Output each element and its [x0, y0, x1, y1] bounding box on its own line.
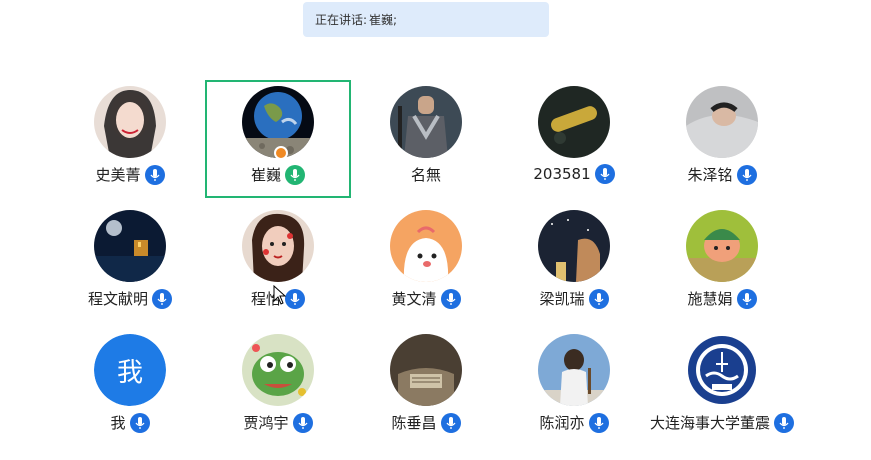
- avatar: [686, 210, 758, 282]
- microphone-icon[interactable]: [588, 412, 609, 433]
- participant-tile[interactable]: 史美菁: [57, 80, 203, 198]
- participant-name-row: 程文献明: [88, 288, 172, 309]
- participant-grid: 史美菁 崔巍 名無 203581 朱泽铭 程文献明 程怡 黄文清 梁凯瑞 施慧娟我我贾鸿宇 陈垂昌陈…: [0, 0, 871, 460]
- participant-name-row: 朱泽铭: [687, 164, 757, 185]
- avatar: [538, 334, 610, 406]
- microphone-icon[interactable]: [144, 164, 165, 185]
- participant-name-row: 梁凯瑞: [539, 288, 609, 309]
- participant-name: 大连海事大学董震: [649, 414, 770, 432]
- avatar-image: [538, 334, 610, 406]
- participant-tile[interactable]: 名無: [353, 80, 499, 198]
- microphone-icon[interactable]: [129, 412, 150, 433]
- avatar-image: [538, 86, 610, 158]
- avatar-image: [94, 210, 166, 282]
- microphone-icon[interactable]: [774, 412, 794, 433]
- avatar-image: [390, 210, 462, 282]
- participant-name: 我: [110, 414, 126, 432]
- participant-tile[interactable]: 我我: [57, 328, 203, 446]
- avatar: [94, 86, 166, 158]
- avatar-image: [390, 86, 462, 158]
- microphone-icon[interactable]: [736, 164, 757, 185]
- avatar-image: [242, 334, 314, 406]
- participant-name: 203581: [533, 165, 591, 183]
- participant-name: 史美菁: [95, 166, 141, 184]
- participant-tile[interactable]: 施慧娟: [649, 204, 795, 322]
- avatar: [390, 210, 462, 282]
- avatar: [94, 210, 166, 282]
- participant-tile[interactable]: 陈垂昌: [353, 328, 499, 446]
- participant-name-row: 陈润亦: [539, 412, 609, 433]
- participant-tile[interactable]: 贾鸿宇: [205, 328, 351, 446]
- avatar: [242, 210, 314, 282]
- avatar-image: [686, 86, 758, 158]
- avatar-image: [538, 210, 610, 282]
- participant-name-row: 大连海事大学董震: [650, 412, 794, 433]
- microphone-icon[interactable]: [292, 412, 313, 433]
- participant-name-row: 贾鸿宇: [243, 412, 313, 433]
- participant-tile[interactable]: 崔巍: [205, 80, 351, 198]
- avatar: [538, 86, 610, 158]
- microphone-icon[interactable]: [588, 288, 609, 309]
- avatar: [390, 86, 462, 158]
- microphone-icon[interactable]: [152, 288, 172, 309]
- avatar: [390, 334, 462, 406]
- participant-tile[interactable]: 程文献明: [57, 204, 203, 322]
- avatar: [538, 210, 610, 282]
- participant-name-row: 名無: [411, 164, 441, 185]
- participant-name-row: 崔巍: [251, 164, 305, 185]
- participant-name-row: 陈垂昌: [391, 412, 461, 433]
- participant-tile[interactable]: 大连海事大学董震: [649, 328, 795, 446]
- participant-name: 黄文清: [391, 290, 437, 308]
- avatar: [686, 86, 758, 158]
- participant-name: 梁凯瑞: [539, 290, 585, 308]
- microphone-icon[interactable]: [440, 412, 461, 433]
- avatar-image: [686, 334, 758, 406]
- avatar-image: [242, 210, 314, 282]
- microphone-icon[interactable]: [285, 164, 305, 185]
- participant-tile[interactable]: 203581: [501, 80, 647, 198]
- avatar: [242, 334, 314, 406]
- participant-name: 贾鸿宇: [243, 414, 289, 432]
- participant-tile[interactable]: 陈润亦: [501, 328, 647, 446]
- participant-tile[interactable]: 梁凯瑞: [501, 204, 647, 322]
- avatar: [686, 334, 758, 406]
- avatar: 我: [94, 334, 166, 406]
- participant-tile[interactable]: 黄文清: [353, 204, 499, 322]
- avatar-image: [686, 210, 758, 282]
- participant-name: 陈垂昌: [391, 414, 437, 432]
- mouse-cursor-icon: [273, 285, 287, 305]
- microphone-icon[interactable]: [440, 288, 461, 309]
- participant-name: 名無: [410, 166, 441, 184]
- participant-name: 朱泽铭: [687, 166, 733, 184]
- participant-name-row: 史美菁: [95, 164, 165, 185]
- microphone-icon[interactable]: [736, 288, 757, 309]
- host-badge-icon: [274, 146, 288, 160]
- avatar-image: [94, 86, 166, 158]
- participant-name-row: 我: [110, 412, 150, 433]
- participant-name-row: 黄文清: [391, 288, 461, 309]
- participant-name: 陈润亦: [539, 414, 585, 432]
- avatar-image: [390, 334, 462, 406]
- participant-name-row: 203581: [533, 164, 615, 184]
- participant-name: 施慧娟: [687, 290, 733, 308]
- participant-name-row: 施慧娟: [687, 288, 757, 309]
- participant-name: 程文献明: [87, 290, 148, 308]
- microphone-icon[interactable]: [594, 164, 615, 184]
- microphone-icon[interactable]: [285, 288, 305, 309]
- participant-name: 崔巍: [250, 166, 281, 184]
- participant-tile[interactable]: 朱泽铭: [649, 80, 795, 198]
- avatar-initial: 我: [94, 334, 166, 406]
